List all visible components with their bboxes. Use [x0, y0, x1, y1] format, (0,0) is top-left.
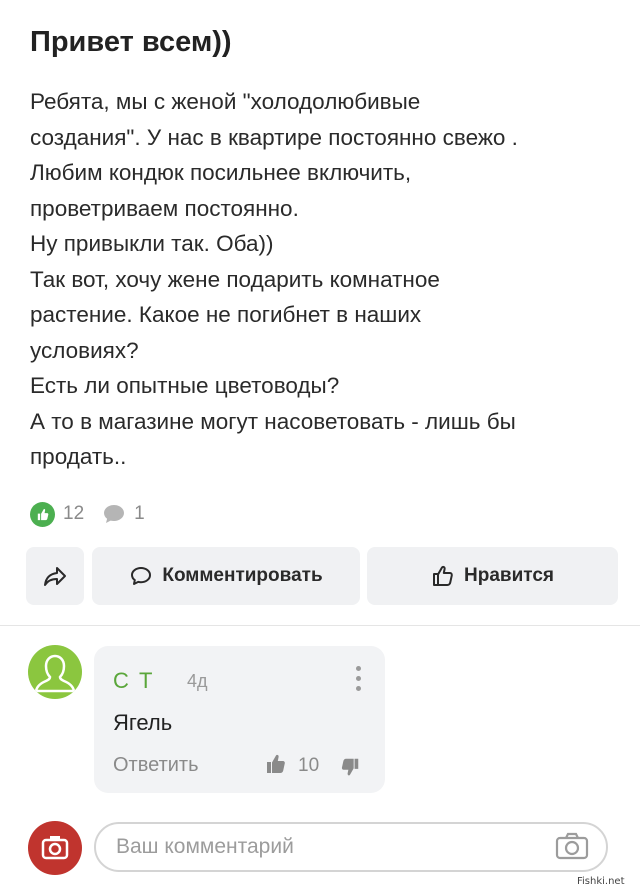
like-button-label: Нравится — [464, 565, 554, 586]
post-body-line: Так вот, хочу жене подарить комнатное — [30, 266, 440, 292]
comment-age: 4д — [187, 671, 208, 691]
post-body-line: Ребята, мы с женой "холодолюбивые — [30, 89, 421, 114]
more-options-icon[interactable] — [356, 666, 362, 696]
post-stats: 12 1 — [30, 500, 145, 528]
post-body-line: Есть ли опытные цветоводы? — [30, 373, 340, 398]
like-count-icon — [30, 501, 55, 527]
post-body-line: растение. Какое не погибнет в наших — [30, 302, 422, 327]
comment-author[interactable]: С Т — [113, 668, 154, 694]
likes-count: 12 — [63, 503, 85, 524]
share-button[interactable] — [26, 547, 84, 605]
post-body-line: условиях? — [30, 337, 139, 363]
post-body-line: Любим кондюк посильнее включить, — [30, 160, 412, 185]
reply-button[interactable]: Ответить — [113, 754, 199, 777]
current-user-avatar[interactable] — [28, 821, 82, 875]
post-body-line: проветриваем постоянно. — [30, 195, 299, 221]
post-body-line: А то в магазине могут насоветовать - лиш… — [30, 408, 516, 434]
comments-count: 1 — [134, 503, 145, 524]
camera-avatar-icon — [41, 836, 69, 860]
divider — [0, 625, 640, 626]
thumbs-down-icon[interactable] — [339, 756, 361, 783]
comment-text: Ягель — [113, 710, 173, 735]
post-body-line: создания". У нас в квартире постоянно св… — [30, 124, 518, 150]
thumbs-up-icon — [433, 565, 453, 586]
user-silhouette-icon — [34, 654, 76, 693]
camera-icon[interactable] — [555, 832, 589, 865]
comment-bubble-icon — [102, 502, 126, 526]
like-button[interactable]: Нравится — [367, 547, 618, 605]
thumbs-up-icon[interactable] — [264, 752, 288, 781]
comment-button[interactable]: Комментировать — [92, 547, 360, 605]
comment-button-label: Комментировать — [162, 565, 323, 586]
comment-bubble-icon — [131, 567, 152, 585]
comment-input[interactable]: Ваш комментарий — [94, 822, 608, 872]
post-title: Привет всем)) — [30, 26, 232, 58]
avatar[interactable] — [28, 645, 82, 699]
share-arrow-icon — [44, 567, 66, 586]
post-body: Ребята, мы с женой "холодолюбивые создан… — [30, 84, 620, 475]
post-body-line: Ну привыкли так. Оба)) — [30, 231, 274, 256]
watermark: Fishki.net — [577, 876, 625, 887]
vote-count: 10 — [298, 755, 320, 776]
post-body-line: продать.. — [30, 444, 127, 469]
comment-card: С Т 4д Ягель Ответить 10 — [94, 646, 385, 793]
